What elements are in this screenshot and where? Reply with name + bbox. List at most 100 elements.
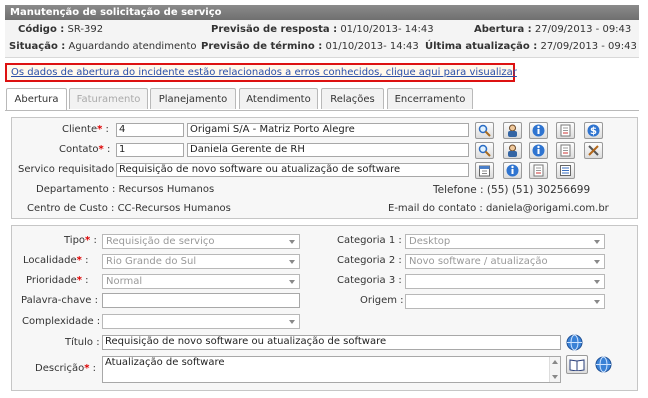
client-panel: Cliente* : 4 Origami S/A - Matriz Porto … (11, 117, 638, 219)
cliente-name-input[interactable]: Origami S/A - Matriz Porto Alegre (187, 123, 469, 137)
servico-info-button[interactable] (503, 162, 522, 179)
info-icon (532, 144, 545, 157)
cliente-document-button[interactable] (556, 122, 575, 139)
svg-text:$: $ (590, 126, 597, 137)
descricao-globe-button[interactable] (594, 355, 613, 374)
centro-custo-field: Centro de Custo : CC-Recursos Humanos (27, 203, 231, 214)
palavra-chave-label: Palavra-chave : (21, 295, 98, 306)
prioridade-select[interactable]: Normal (102, 274, 300, 289)
telefone-label: Telefone : (433, 184, 484, 196)
contato-info-button[interactable] (529, 142, 548, 159)
telefone-value: (55) (51) 30256699 (486, 184, 591, 196)
descricao-label: Descrição* : (35, 363, 96, 374)
categoria2-select[interactable]: Novo software / atualização (405, 254, 605, 269)
contato-person-button[interactable] (503, 142, 522, 159)
list-icon (560, 165, 571, 176)
search-icon (478, 124, 491, 137)
categoria1-label: Categoria 1 : (337, 235, 402, 246)
window-title: Manutenção de solicitação de serviço (5, 5, 639, 20)
chevron-down-icon (289, 280, 295, 284)
tab-faturamento[interactable]: Faturamento (69, 88, 148, 109)
situacao-field: Situação : Aguardando atendimento (9, 41, 196, 52)
contato-tools-button[interactable] (584, 142, 603, 159)
localidade-label: Localidade* : (23, 255, 89, 266)
prev-termino-label: Previsão de término : (201, 41, 323, 52)
titulo-globe-button[interactable] (565, 333, 583, 352)
person-icon (508, 124, 517, 137)
chevron-down-icon (594, 280, 600, 284)
localidade-value: Rio Grande do Sul (106, 256, 197, 267)
contato-id-input[interactable]: 1 (116, 143, 184, 157)
tab-planejamento[interactable]: Planejamento (150, 88, 236, 109)
chevron-down-icon (594, 240, 600, 244)
palavra-chave-input[interactable] (102, 293, 300, 308)
titulo-input[interactable]: Requisição de novo software ou atualizaç… (102, 335, 561, 350)
titulo-label: Título : (65, 337, 100, 348)
prioridade-value: Normal (106, 276, 143, 287)
email-label: E-mail do contato : (388, 203, 483, 214)
complexidade-label: Complexidade : (22, 316, 101, 327)
tipo-select[interactable]: Requisição de serviço (102, 234, 300, 249)
contato-name-input[interactable]: Daniela Gerente de RH (187, 143, 469, 157)
servico-calendar-button[interactable] (475, 162, 494, 179)
scroll-down-icon (552, 375, 558, 379)
contato-document-button[interactable] (556, 142, 575, 159)
servico-label: Servico requisitado : (18, 164, 121, 175)
descricao-textarea[interactable]: Atualização de software (102, 356, 561, 383)
cliente-info-button[interactable] (529, 122, 548, 139)
cliente-finance-button[interactable]: $ (584, 122, 603, 139)
known-errors-alert: Os dados de abertura do incidente estão … (5, 63, 517, 82)
search-cliente-button[interactable] (475, 122, 494, 139)
prev-resposta-field: Previsão de resposta : 01/10/2013- 14:43 (211, 24, 434, 35)
codigo-label: Código : (18, 24, 65, 35)
search-contato-button[interactable] (475, 142, 494, 159)
tools-icon (588, 145, 599, 156)
tab-encerramento[interactable]: Encerramento (387, 88, 473, 109)
chevron-down-icon (289, 260, 295, 264)
person-icon (508, 144, 517, 157)
centro-custo-value: CC-Recursos Humanos (117, 203, 231, 214)
servico-input[interactable]: Requisição de novo software ou atualizaç… (116, 163, 469, 177)
chevron-down-icon (594, 300, 600, 304)
document-icon (560, 144, 571, 157)
scroll-up-icon (552, 360, 558, 364)
telefone-field: Telefone : (55) (51) 30256699 (433, 184, 590, 196)
chevron-down-icon (289, 240, 295, 244)
codigo-field: Código : SR-392 (18, 24, 103, 35)
abertura-value: 27/09/2013 - 09:43 (534, 24, 632, 35)
complexidade-select[interactable] (102, 314, 300, 329)
tab-atendimento[interactable]: Atendimento (239, 88, 318, 109)
descricao-value: Atualização de software (105, 357, 225, 368)
ultima-atualizacao-value: 27/09/2013 - 09:43 (540, 41, 637, 52)
tab-relacoes[interactable]: Relações (321, 88, 384, 109)
categoria1-select[interactable]: Desktop (405, 234, 605, 249)
known-errors-link[interactable]: Os dados de abertura do incidente estão … (11, 67, 517, 78)
servico-list-button[interactable] (556, 162, 575, 179)
descricao-scrollbar[interactable] (549, 357, 560, 382)
descricao-book-button[interactable] (566, 355, 588, 374)
email-field: E-mail do contato : daniela@origami.com.… (388, 203, 609, 214)
email-value: daniela@origami.com.br (485, 203, 609, 214)
info-icon (532, 124, 545, 137)
localidade-select[interactable]: Rio Grande do Sul (102, 254, 300, 269)
details-panel: Tipo* : Requisição de serviço Localidade… (11, 225, 638, 391)
book-icon (569, 359, 585, 371)
departamento-value: Recursos Humanos (118, 184, 215, 195)
calendar-icon (479, 165, 490, 177)
situacao-value: Aguardando atendimento (68, 41, 197, 52)
tab-divider (5, 110, 639, 111)
origem-select[interactable] (405, 294, 605, 309)
info-icon (506, 164, 519, 177)
cliente-id-input[interactable]: 4 (116, 123, 184, 137)
ultima-atualizacao-label: Última atualização : (425, 41, 538, 52)
tipo-label: Tipo* : (64, 235, 97, 246)
categoria2-label: Categoria 2 : (337, 255, 402, 266)
cliente-person-button[interactable] (503, 122, 522, 139)
servico-document-button[interactable] (529, 162, 548, 179)
categoria3-select[interactable] (405, 274, 605, 289)
prev-termino-field: Previsão de término : 01/10/2013- 14:43 (201, 41, 419, 52)
tab-abertura[interactable]: Abertura (6, 88, 67, 111)
situacao-label: Situação : (9, 41, 66, 52)
document-icon (533, 164, 544, 177)
ultima-atualizacao-field: Última atualização : 27/09/2013 - 09:43 (425, 41, 637, 52)
